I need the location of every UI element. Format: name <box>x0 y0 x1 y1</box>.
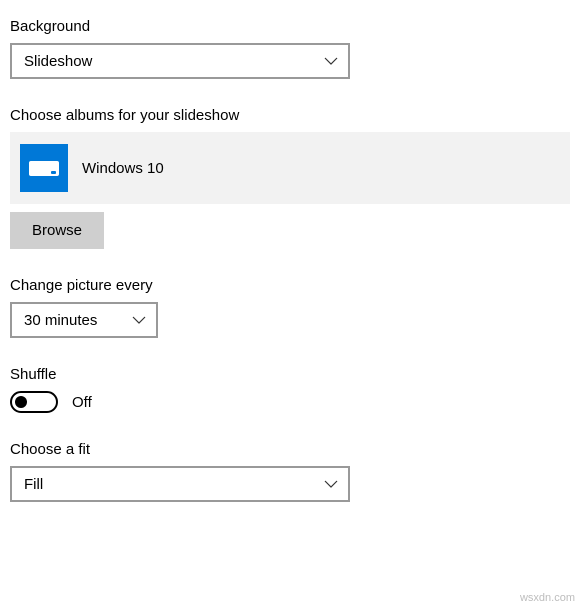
interval-section: Change picture every 30 minutes <box>10 277 573 338</box>
watermark-text: wsxdn.com <box>520 592 575 604</box>
background-section: Background Slideshow <box>10 18 573 79</box>
interval-dropdown-value: 30 minutes <box>24 312 97 329</box>
drive-icon <box>20 144 68 192</box>
shuffle-state: Off <box>72 394 92 411</box>
fit-label: Choose a fit <box>10 441 573 458</box>
fit-dropdown[interactable]: Fill <box>10 466 350 502</box>
toggle-knob <box>15 396 27 408</box>
background-dropdown[interactable]: Slideshow <box>10 43 350 79</box>
album-item[interactable]: Windows 10 <box>10 132 570 204</box>
albums-section: Choose albums for your slideshow Windows… <box>10 107 573 249</box>
chevron-down-icon <box>324 54 338 68</box>
album-name: Windows 10 <box>82 160 164 177</box>
chevron-down-icon <box>324 477 338 491</box>
albums-label: Choose albums for your slideshow <box>10 107 573 124</box>
interval-label: Change picture every <box>10 277 573 294</box>
background-label: Background <box>10 18 573 35</box>
shuffle-toggle[interactable] <box>10 391 58 413</box>
shuffle-label: Shuffle <box>10 366 573 383</box>
interval-dropdown[interactable]: 30 minutes <box>10 302 158 338</box>
fit-dropdown-value: Fill <box>24 476 43 493</box>
chevron-down-icon <box>132 313 146 327</box>
browse-button[interactable]: Browse <box>10 212 104 249</box>
fit-section: Choose a fit Fill <box>10 441 573 502</box>
shuffle-section: Shuffle Off <box>10 366 573 413</box>
background-dropdown-value: Slideshow <box>24 53 92 70</box>
